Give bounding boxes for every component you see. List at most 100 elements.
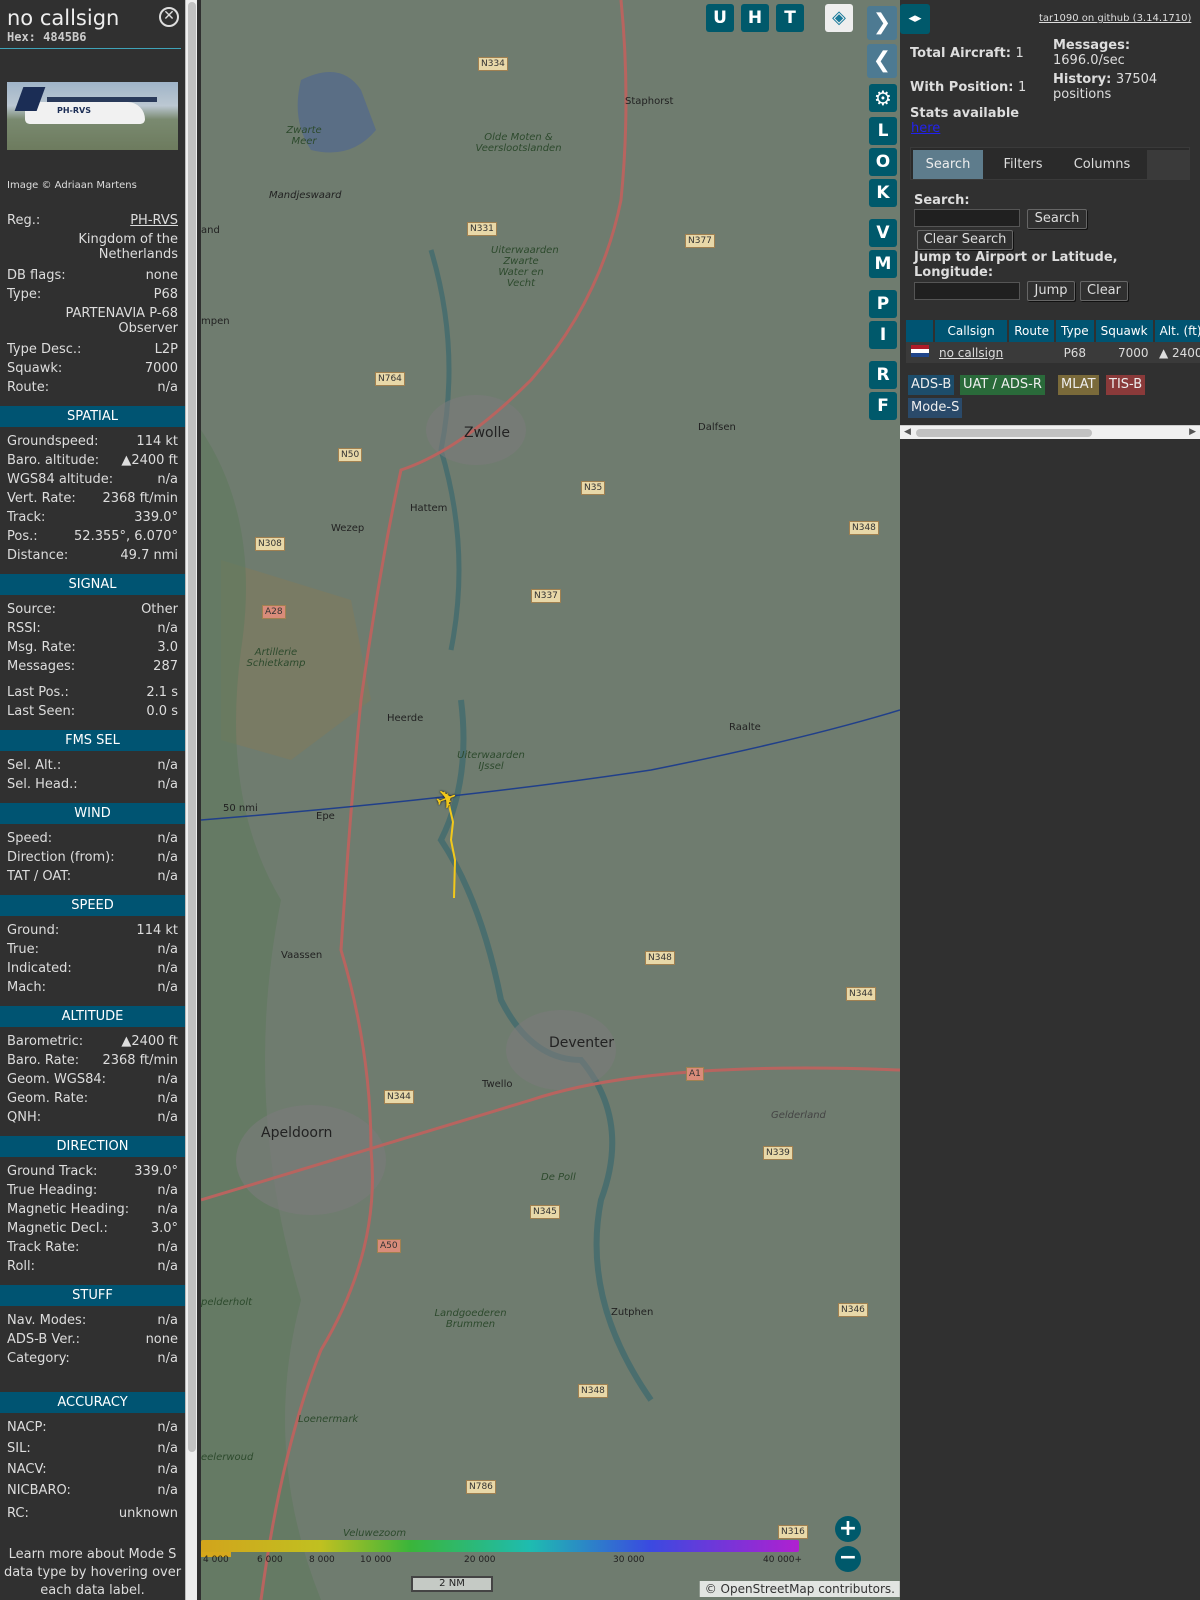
map-button-o[interactable]: O xyxy=(869,148,897,176)
spatial-label[interactable]: Distance: xyxy=(7,548,68,564)
zoom-out-icon[interactable]: − xyxy=(835,1546,861,1572)
altitude-label[interactable]: QNH: xyxy=(7,1110,41,1126)
info-label[interactable]: Type: xyxy=(7,287,41,303)
aircraft-photo[interactable]: PH-RVS xyxy=(7,82,178,150)
jump-button[interactable]: Jump xyxy=(1027,281,1075,301)
speed-label[interactable]: Ground: xyxy=(7,923,59,939)
spatial-label[interactable]: Vert. Rate: xyxy=(7,491,76,507)
wind-label[interactable]: Direction (from): xyxy=(7,850,115,866)
direction-label[interactable]: Magnetic Decl.: xyxy=(7,1221,108,1237)
speed-label[interactable]: Indicated: xyxy=(7,961,72,977)
spatial-value: n/a xyxy=(157,472,178,487)
clear-search-button[interactable]: Clear Search xyxy=(917,230,1013,250)
info-row: Route: n/a xyxy=(7,380,178,396)
scrollbar-thumb[interactable] xyxy=(188,2,196,1452)
direction-label[interactable]: Ground Track: xyxy=(7,1164,97,1180)
wind-label[interactable]: TAT / OAT: xyxy=(7,869,71,885)
expand-right-icon[interactable]: ❯ xyxy=(867,6,897,40)
spatial-label[interactable]: Groundspeed: xyxy=(7,434,98,450)
signal-label[interactable]: Messages: xyxy=(7,659,75,675)
map-button-t[interactable]: T xyxy=(776,4,804,32)
altitude-label[interactable]: Baro. Rate: xyxy=(7,1053,79,1069)
spatial-label[interactable]: WGS84 altitude: xyxy=(7,472,113,488)
altitude-label[interactable]: Geom. WGS84: xyxy=(7,1072,106,1088)
direction-label[interactable]: Track Rate: xyxy=(7,1240,79,1256)
sidebar-scrollbar[interactable] xyxy=(185,0,197,1600)
stuff-label[interactable]: Nav. Modes: xyxy=(7,1313,86,1329)
accuracy-label[interactable]: NICBARO: xyxy=(7,1483,71,1499)
tab-search[interactable]: Search xyxy=(913,150,983,179)
map-button-l[interactable]: L xyxy=(869,117,897,145)
map-button-u[interactable]: U xyxy=(706,4,734,32)
direction-label[interactable]: True Heading: xyxy=(7,1183,97,1199)
map-view[interactable]: ✈ 50 nmi Zwolle Deventer Apeldoorn Staph… xyxy=(201,0,900,1600)
signal-label[interactable]: Last Seen: xyxy=(7,704,75,720)
map-button-h[interactable]: H xyxy=(741,4,769,32)
tab-filters[interactable]: Filters xyxy=(987,150,1059,179)
column-type[interactable]: Type xyxy=(1055,320,1096,342)
settings-gear-icon[interactable]: ⚙ xyxy=(869,84,897,112)
selected-hex: Hex: 4845B6 xyxy=(7,30,87,44)
stuff-label[interactable]: Category: xyxy=(7,1351,70,1367)
signal-label[interactable]: Source: xyxy=(7,602,56,618)
map-button-f[interactable]: F xyxy=(869,392,897,420)
altitude-label[interactable]: Geom. Rate: xyxy=(7,1091,88,1107)
fms-label[interactable]: Sel. Alt.: xyxy=(7,758,61,774)
speed-label[interactable]: Mach: xyxy=(7,980,46,996)
column-flag[interactable] xyxy=(906,320,935,342)
map-button-r[interactable]: R xyxy=(869,361,897,389)
fms-label[interactable]: Sel. Head.: xyxy=(7,777,78,793)
column-callsign[interactable]: Callsign xyxy=(934,320,1010,342)
direction-label[interactable]: Roll: xyxy=(7,1259,35,1275)
map-button-m[interactable]: M xyxy=(869,250,897,278)
accuracy-label[interactable]: NACV: xyxy=(7,1462,47,1478)
signal-label[interactable]: Last Pos.: xyxy=(7,685,69,701)
spatial-label[interactable]: Pos.: xyxy=(7,529,38,545)
map-button-p[interactable]: P xyxy=(869,290,897,318)
map-button-i[interactable]: I xyxy=(869,321,897,349)
column-route[interactable]: Route xyxy=(1008,320,1057,342)
direction-value: n/a xyxy=(157,1183,178,1198)
speed-label[interactable]: True: xyxy=(7,942,39,958)
info-label[interactable]: Type Desc.: xyxy=(7,342,81,358)
altitude-label[interactable]: Barometric: xyxy=(7,1034,83,1050)
column-squawk[interactable]: Squawk xyxy=(1094,320,1155,342)
search-button[interactable]: Search xyxy=(1027,209,1087,229)
collapse-left-icon[interactable]: ❮ xyxy=(867,44,897,78)
row-type: P68 xyxy=(1063,345,1087,360)
info-label[interactable]: DB flags: xyxy=(7,268,66,284)
layers-icon[interactable]: ◈ xyxy=(825,4,853,32)
scroll-right-icon[interactable]: ▶ xyxy=(1189,427,1196,437)
tab-columns[interactable]: Columns xyxy=(1061,150,1143,179)
signal-label[interactable]: Msg. Rate: xyxy=(7,640,76,656)
direction-label[interactable]: Magnetic Heading: xyxy=(7,1202,129,1218)
github-link[interactable]: tar1090 on github (3.14.1710) xyxy=(1039,13,1191,24)
map-button-v[interactable]: V xyxy=(869,219,897,247)
accuracy-label[interactable]: RC: xyxy=(7,1506,29,1522)
info-label[interactable]: Reg.: xyxy=(7,213,40,229)
spatial-label[interactable]: Track: xyxy=(7,510,45,526)
row-callsign[interactable]: no callsign xyxy=(934,342,1008,363)
spatial-label[interactable]: Baro. altitude: xyxy=(7,453,99,469)
column-altitude[interactable]: Alt. (ft) xyxy=(1153,320,1200,342)
scrollbar-thumb[interactable] xyxy=(916,429,1092,437)
zoom-in-icon[interactable]: + xyxy=(835,1516,861,1542)
toggle-panel-icon[interactable]: ◂▸ xyxy=(900,4,930,34)
wind-label[interactable]: Speed: xyxy=(7,831,52,847)
stats-link[interactable]: here xyxy=(911,121,940,136)
accuracy-label[interactable]: NACP: xyxy=(7,1420,47,1436)
table-row[interactable]: no callsign P68 7000 ▲ 2400 xyxy=(906,342,1200,363)
scroll-left-icon[interactable]: ◀ xyxy=(904,427,911,437)
info-value[interactable]: PH-RVS xyxy=(130,213,178,229)
table-horizontal-scrollbar[interactable]: ◀ ▶ xyxy=(900,425,1200,439)
close-icon[interactable]: ✕ xyxy=(159,7,179,27)
info-label[interactable]: Squawk: xyxy=(7,361,62,377)
signal-label[interactable]: RSSI: xyxy=(7,621,41,637)
clear-jump-button[interactable]: Clear xyxy=(1080,281,1128,301)
jump-input[interactable] xyxy=(914,282,1020,300)
search-input[interactable] xyxy=(914,209,1020,227)
map-button-k[interactable]: K xyxy=(869,179,897,207)
info-label[interactable]: Route: xyxy=(7,380,49,396)
accuracy-label[interactable]: SIL: xyxy=(7,1441,31,1457)
stuff-label[interactable]: ADS-B Ver.: xyxy=(7,1332,80,1348)
